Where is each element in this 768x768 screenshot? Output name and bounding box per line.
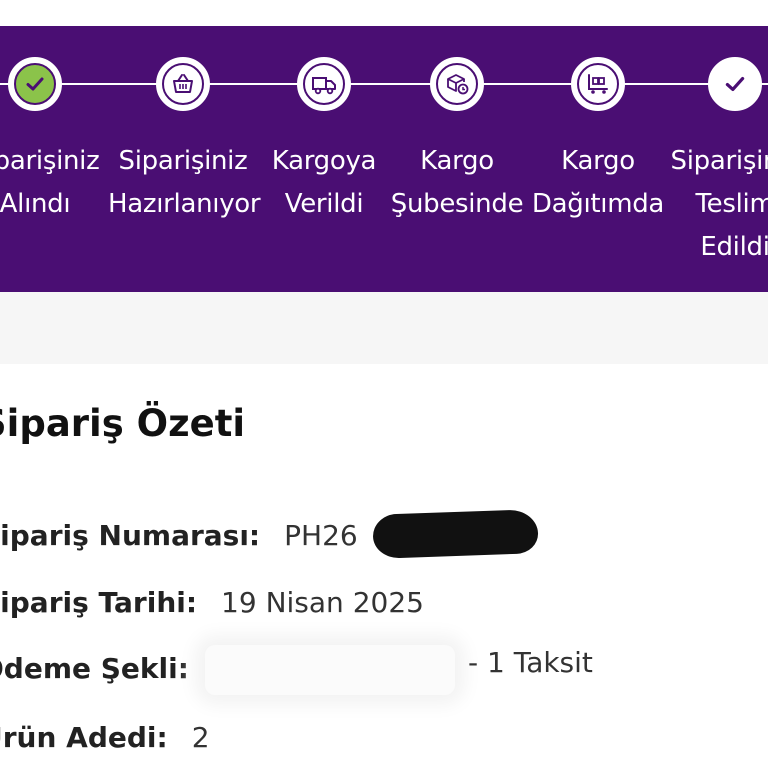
item-count-value: 2: [191, 720, 210, 754]
step-label-line: Edildi: [700, 232, 768, 262]
order-date-row: Sipariş Tarihi: 19 Nisan 2025: [0, 580, 424, 624]
step-label: Siparişiniz Hazırlanıyor: [108, 140, 261, 226]
step-label-line: Teslim: [695, 189, 768, 219]
package-clock-icon: [447, 74, 469, 95]
step-label-line: Verildi: [284, 189, 364, 219]
payment-value: - 1 Taksit: [468, 646, 593, 679]
payment-label: Ödeme Şekli:: [0, 651, 189, 685]
step-circle: [8, 57, 62, 111]
progress-line: [0, 83, 768, 85]
item-count-row: Ürün Adedi: 2: [0, 715, 210, 759]
step-label-line: Siparişiniz: [0, 146, 100, 176]
step-label: Kargoya Verildi: [249, 140, 399, 226]
step-label-line: Kargo: [561, 146, 635, 176]
order-number-value: PH26: [284, 518, 358, 552]
order-date-value: 19 Nisan 2025: [221, 585, 424, 619]
order-tracking-page: Siparişiniz Alındı Siparişiniz Hazırlanı…: [0, 0, 768, 768]
check-icon: [725, 76, 745, 92]
step-label-line: Siparişiniz: [670, 146, 768, 176]
step-circle: [430, 57, 484, 111]
payment-row: Ödeme Şekli:: [0, 646, 189, 690]
step-label-line: Dağıtımda: [531, 189, 665, 219]
step-label-line: Kargoya: [271, 146, 377, 176]
step-circle: [708, 57, 762, 111]
truck-icon: [312, 77, 336, 95]
step-label-line: Alındı: [0, 189, 71, 219]
step-circle: [156, 57, 210, 111]
order-status-tracker: Siparişiniz Alındı Siparişiniz Hazırlanı…: [0, 26, 768, 292]
basket-icon: [173, 74, 193, 93]
step-label-line: Siparişiniz: [118, 146, 248, 176]
step-circle: [571, 57, 625, 111]
order-number-label: Sipariş Numarası:: [0, 518, 261, 552]
step-label-line: Şubesinde: [390, 189, 524, 219]
step-label-line: Hazırlanıyor: [108, 189, 261, 219]
section-divider: [0, 292, 768, 364]
redaction-mark: [372, 509, 539, 559]
cart-icon: [588, 74, 608, 94]
order-summary: Sipariş Özeti Sipariş Numarası: PH26 Sip…: [0, 364, 768, 768]
item-count-label: Ürün Adedi:: [0, 720, 168, 754]
step-label: Siparişiniz Alındı: [0, 140, 110, 226]
step-label-line: Kargo: [420, 146, 494, 176]
top-spacer: [0, 0, 768, 26]
step-circle: [297, 57, 351, 111]
order-date-label: Sipariş Tarihi:: [0, 585, 198, 619]
check-icon: [26, 77, 44, 91]
summary-title: Sipariş Özeti: [0, 402, 246, 445]
step-label: Kargo Şubesinde: [382, 140, 532, 226]
blurred-payment-method: [205, 645, 455, 695]
step-label: Siparişiniz Teslim Edildi: [660, 140, 768, 269]
order-number-row: Sipariş Numarası: PH26: [0, 513, 358, 557]
step-label: Kargo Dağıtımda: [523, 140, 673, 226]
